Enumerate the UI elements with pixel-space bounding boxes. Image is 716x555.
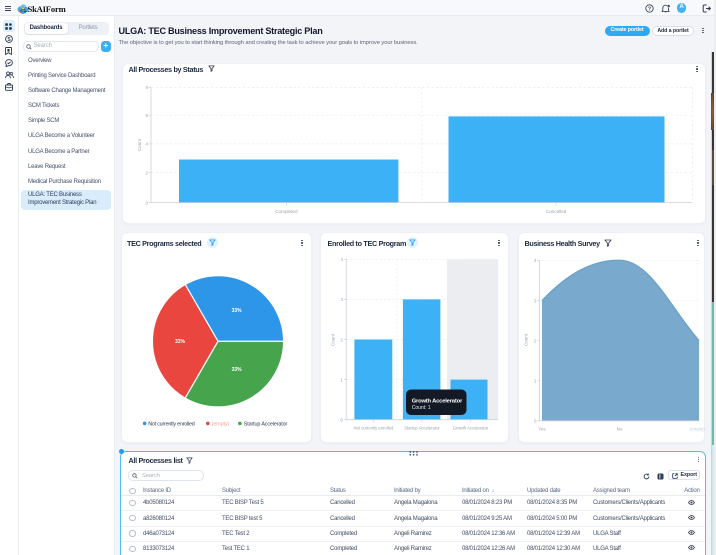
svg-text:(empty): (empty) [212, 421, 230, 427]
svg-text:0: 0 [145, 200, 148, 205]
svg-text:33%: 33% [232, 367, 243, 373]
svg-text:4: 4 [145, 142, 148, 147]
svg-text:(empty): (empty) [690, 427, 705, 432]
svg-text:Count: 1: Count: 1 [412, 405, 431, 411]
svg-text:Count: Count [331, 333, 336, 346]
svg-text:Growth Accelerator: Growth Accelerator [412, 399, 463, 405]
svg-text:Yes: Yes [538, 427, 546, 432]
svg-text:1: 1 [534, 379, 537, 384]
svg-text:2: 2 [534, 338, 537, 343]
svg-text:33%: 33% [232, 308, 243, 314]
svg-text:Count: Count [524, 333, 529, 346]
svg-text:Not currently enrolled: Not currently enrolled [148, 421, 195, 427]
svg-text:Not currently enrolled: Not currently enrolled [353, 426, 393, 431]
svg-text:2: 2 [145, 170, 148, 175]
svg-text:3: 3 [534, 298, 537, 303]
svg-text:0: 0 [534, 419, 537, 424]
svg-text:1: 1 [341, 377, 344, 382]
svg-text:3: 3 [341, 297, 344, 302]
svg-text:Startup Accelerator: Startup Accelerator [404, 426, 440, 431]
svg-text:4: 4 [341, 257, 344, 262]
svg-text:4: 4 [534, 258, 537, 263]
svg-text:Startup Accelerator: Startup Accelerator [244, 421, 288, 427]
svg-text:Count: Count [137, 138, 142, 151]
svg-text:?: ? [648, 6, 651, 12]
svg-text:33%: 33% [175, 339, 186, 345]
svg-text:0: 0 [341, 418, 344, 423]
svg-text:8: 8 [145, 85, 148, 90]
svg-text:6: 6 [145, 113, 148, 118]
svg-text:2: 2 [341, 337, 344, 342]
svg-text:No: No [617, 427, 623, 432]
svg-text:Cancelled: Cancelled [546, 209, 567, 214]
svg-text:Growth Accelerator: Growth Accelerator [453, 426, 489, 431]
svg-text:Completed: Completed [275, 209, 298, 214]
